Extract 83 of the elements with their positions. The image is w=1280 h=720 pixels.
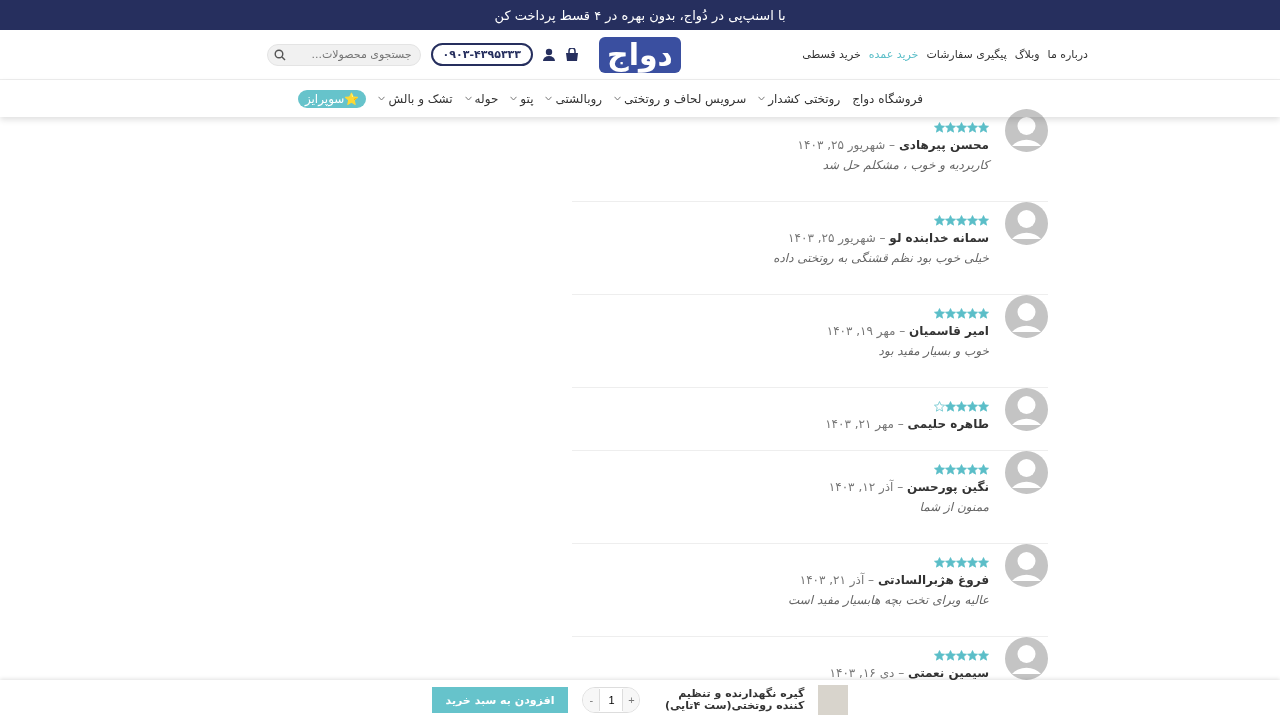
quantity-stepper[interactable]: - 1 + xyxy=(582,687,641,713)
avatar-icon xyxy=(1005,109,1048,152)
star-icon xyxy=(956,307,967,319)
star-icon xyxy=(967,463,978,475)
review-text: عالیه وبرای تخت بچه هابسیار مفید است xyxy=(788,592,989,609)
star-icon xyxy=(967,556,978,568)
decrement-button[interactable]: - xyxy=(583,688,600,712)
review-text: ممنون از شما xyxy=(918,499,989,516)
review-meta: محسن پیرهادی – شهریور ۲۵, ۱۴۰۳ xyxy=(797,137,989,155)
star-icon xyxy=(978,463,989,475)
review-meta: سیمین نعمتی – دی ۱۶, ۱۴۰۳ xyxy=(829,665,989,682)
nav-item[interactable]: سرویس لحاف و روتختی xyxy=(614,91,747,106)
user-icon[interactable] xyxy=(543,48,556,61)
star-icon xyxy=(934,214,945,226)
increment-button[interactable]: + xyxy=(623,688,640,712)
product-title: گیره نگهدارنده و تنظیم کننده روتختی(ست ۴تایی) xyxy=(663,688,805,712)
star-icon xyxy=(978,307,989,319)
star-icon xyxy=(956,649,967,661)
product-thumbnail xyxy=(818,685,849,715)
star-icon xyxy=(945,556,956,568)
search-icon[interactable] xyxy=(273,48,286,61)
announcement-text: با اسنپ‌پی در دُواج، بدون بهره در ۴ قسط پرداخت کن xyxy=(0,0,1280,30)
star-icon xyxy=(945,649,956,661)
review-meta: سمانه خدابنده لو – شهریور ۲۵, ۱۴۰۳ xyxy=(787,230,989,248)
nav-item[interactable]: پتو xyxy=(510,91,534,106)
star-icon xyxy=(967,214,978,226)
avatar-icon xyxy=(1005,202,1048,245)
star-icon xyxy=(978,121,989,133)
star-icon xyxy=(978,556,989,568)
search-field[interactable]: جستجوی محصولات... xyxy=(266,43,421,66)
star-icon xyxy=(945,307,956,319)
nav-item[interactable]: تشک و بالش xyxy=(378,91,453,106)
star-icon xyxy=(934,649,945,661)
avatar-icon xyxy=(1005,451,1048,494)
review-text: خیلی خوب بود نظم قشنگی به روتختی داده xyxy=(773,250,989,267)
star-icon xyxy=(978,649,989,661)
star-icon xyxy=(945,121,956,133)
header-link[interactable]: وبلاگ xyxy=(1014,48,1040,61)
quantity-field[interactable]: 1 xyxy=(599,689,624,711)
star-icon xyxy=(967,307,978,319)
star-icon xyxy=(934,400,945,412)
review-meta: امیر قاسمیان – مهر ۱۹, ۱۴۰۳ xyxy=(826,323,989,340)
nav-item[interactable]: حوله xyxy=(464,91,499,106)
caret-icon xyxy=(378,96,386,101)
star-icon xyxy=(934,307,945,319)
review-meta: نگین پورحسن – آذر ۱۲, ۱۴۰۳ xyxy=(828,478,989,497)
phone-button[interactable]: ۰۹۰۳-۴۳۹۵۳۳۳ xyxy=(430,43,534,66)
nav-item[interactable]: فروشگاه دواج xyxy=(852,91,923,106)
caret-icon xyxy=(545,96,553,101)
star-icon xyxy=(956,400,967,412)
caret-icon xyxy=(510,96,518,101)
star-icon xyxy=(945,400,956,412)
star-icon xyxy=(967,121,978,133)
nav-item[interactable]: روتختی کشدار xyxy=(758,91,841,106)
star-icon xyxy=(967,400,978,412)
review-text: کاربردیه و خوب ، مشکلم حل شد xyxy=(821,157,989,174)
star-icon xyxy=(956,463,967,475)
star-icon xyxy=(934,121,945,133)
star-icon xyxy=(945,463,956,475)
cart-icon[interactable] xyxy=(565,47,580,62)
star-icon xyxy=(978,214,989,226)
star-icon xyxy=(978,400,989,412)
header-link[interactable]: پیگیری سفارشات xyxy=(926,48,1007,61)
caret-icon xyxy=(614,96,622,101)
site-logo[interactable]: دواج xyxy=(599,36,681,73)
header-link[interactable]: خرید قسطی xyxy=(802,48,861,61)
star-icon xyxy=(934,463,945,475)
star-icon xyxy=(967,649,978,661)
review-meta: فروغ هژبرالسادتی – آذر ۲۱, ۱۴۰۳ xyxy=(798,571,989,590)
review-meta: طاهره حلیمی – مهر ۲۱, ۱۴۰۳ xyxy=(825,416,989,433)
caret-icon xyxy=(464,96,472,101)
caret-icon xyxy=(758,96,766,101)
star-icon xyxy=(956,556,967,568)
avatar-icon xyxy=(1005,544,1048,587)
star-icon xyxy=(956,214,967,226)
star-icon xyxy=(956,121,967,133)
avatar-icon xyxy=(1005,295,1048,338)
star-icon xyxy=(945,214,956,226)
avatar-icon xyxy=(1005,388,1048,431)
star-icon xyxy=(934,556,945,568)
header-link[interactable]: درباره ما xyxy=(1047,48,1088,61)
review-text: خوب و بسیار مفید بود xyxy=(877,343,989,360)
nav-item[interactable]: روبالشتی xyxy=(545,91,603,106)
